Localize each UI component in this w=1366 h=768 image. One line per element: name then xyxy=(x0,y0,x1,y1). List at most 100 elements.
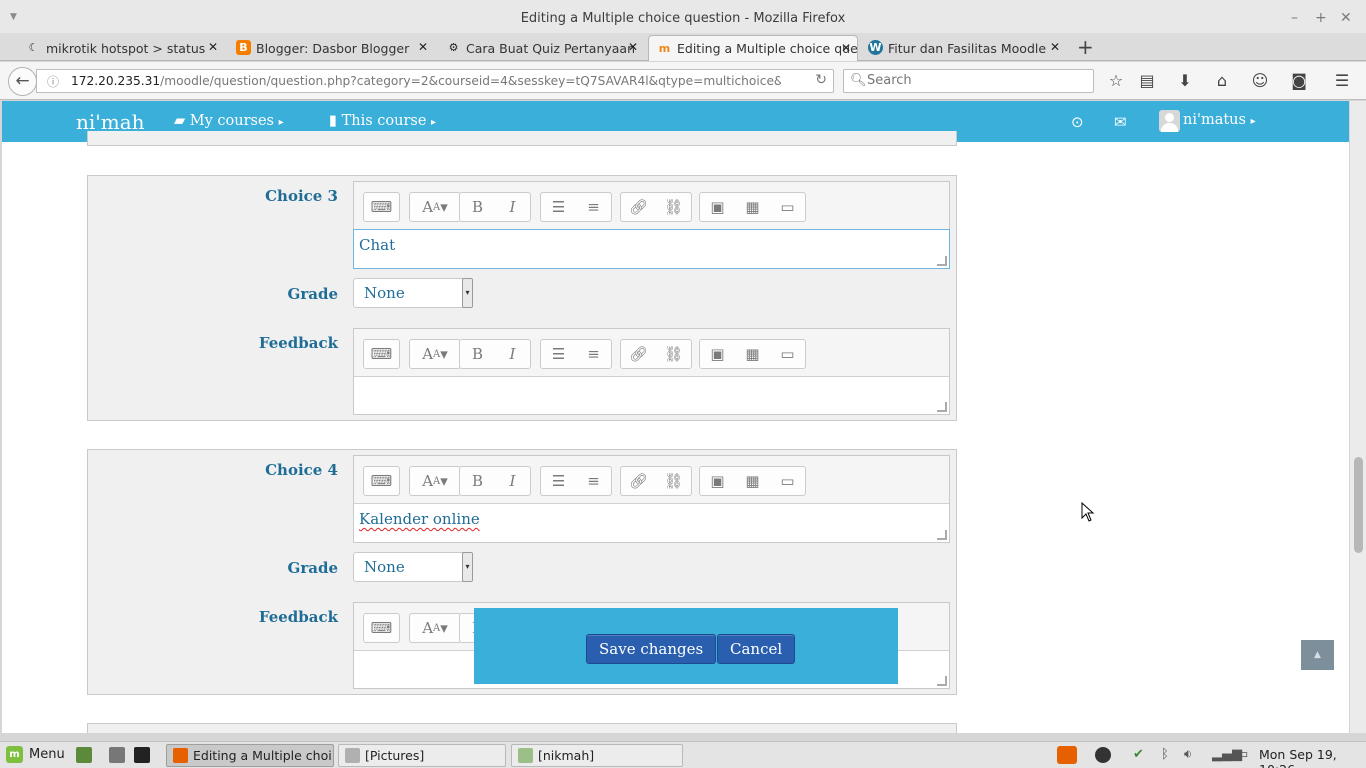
reload-icon[interactable]: ↻ xyxy=(815,72,827,88)
minimize-icon[interactable]: – xyxy=(1291,10,1298,26)
update-manager-icon[interactable]: ✔ xyxy=(1133,747,1144,762)
italic-icon[interactable]: I xyxy=(495,340,530,368)
pocket-icon[interactable]: ◙ xyxy=(1288,71,1310,90)
toolbar-toggle-icon[interactable]: ⌨ xyxy=(364,193,399,221)
tab-close-icon[interactable]: ✕ xyxy=(208,40,218,54)
image-icon[interactable]: ▣ xyxy=(700,193,735,221)
scrollbar-thumb[interactable] xyxy=(1354,457,1363,553)
unordered-list-icon[interactable]: ☰ xyxy=(541,467,576,495)
unordered-list-icon[interactable]: ☰ xyxy=(541,193,576,221)
site-info-icon[interactable]: ⓘ xyxy=(47,73,59,90)
tab-mikrotik[interactable]: ☾ mikrotik hotspot > status ✕ xyxy=(18,35,224,61)
unlink-icon[interactable]: ⛓ xyxy=(656,193,691,221)
toolbar-toggle-icon[interactable]: ⌨ xyxy=(364,340,399,368)
tab-close-icon[interactable]: ✕ xyxy=(628,40,638,54)
choice-3-feedback-area[interactable] xyxy=(354,377,949,414)
page-scrollbar[interactable] xyxy=(1349,101,1366,733)
task-firefox[interactable]: Editing a Multiple choi... xyxy=(166,744,334,767)
back-to-top-button[interactable]: ▲ xyxy=(1301,640,1334,670)
toolbar-group: A A ▾ xyxy=(409,339,461,369)
link-icon[interactable]: 🔗︎ xyxy=(621,340,656,368)
bold-icon[interactable]: B xyxy=(460,467,495,495)
unlink-icon[interactable]: ⛓ xyxy=(656,340,691,368)
bold-icon[interactable]: B xyxy=(460,340,495,368)
tab-blogger[interactable]: B Blogger: Dasbor Blogger ✕ xyxy=(228,35,434,61)
choice-4-text-area[interactable]: Kalender online xyxy=(354,504,949,542)
font-style-icon[interactable]: A A ▾ xyxy=(410,467,460,495)
messages-icon[interactable]: ✉ xyxy=(1114,113,1127,131)
downloads-icon[interactable]: ⬇ xyxy=(1174,71,1196,90)
link-icon[interactable]: 🔗︎ xyxy=(621,467,656,495)
tab-close-icon[interactable]: ✕ xyxy=(841,41,851,55)
window-titlebar: ▼ Editing a Multiple choice question - M… xyxy=(0,0,1366,36)
notifications-icon[interactable]: ⊙ xyxy=(1071,113,1084,131)
unordered-list-icon[interactable]: ☰ xyxy=(541,340,576,368)
file-manager-icon[interactable]: ▭ xyxy=(770,467,805,495)
new-tab-icon[interactable]: + xyxy=(1077,35,1094,59)
ordered-list-icon[interactable]: ≡ xyxy=(576,193,611,221)
hamburger-menu-icon[interactable]: ☰ xyxy=(1331,71,1353,90)
maximize-icon[interactable]: + xyxy=(1315,10,1327,26)
camera-tray-icon[interactable] xyxy=(1095,747,1111,763)
resize-handle-icon[interactable] xyxy=(937,676,947,686)
file-manager-icon[interactable]: ▭ xyxy=(770,340,805,368)
choice-4-grade-select[interactable]: None ▾ xyxy=(353,552,473,582)
close-window-icon[interactable]: ✕ xyxy=(1340,10,1352,26)
italic-icon[interactable]: I xyxy=(495,193,530,221)
back-button[interactable]: ← xyxy=(8,67,37,96)
tab-close-icon[interactable]: ✕ xyxy=(1050,40,1060,54)
reading-list-icon[interactable]: ▤ xyxy=(1136,71,1158,90)
my-courses-menu[interactable]: ▰ My courses ▸ xyxy=(174,113,284,129)
media-icon[interactable]: ▦ xyxy=(735,193,770,221)
file-manager-icon[interactable] xyxy=(109,747,125,763)
show-desktop-icon[interactable] xyxy=(76,747,92,763)
hello-icon[interactable]: ☺ xyxy=(1249,71,1271,90)
user-avatar[interactable] xyxy=(1159,110,1180,132)
volume-icon[interactable]: 🔉︎ xyxy=(1184,747,1192,762)
bold-icon[interactable]: B xyxy=(460,193,495,221)
font-style-icon[interactable]: A A ▾ xyxy=(410,340,460,368)
bookmark-star-icon[interactable]: ☆ xyxy=(1105,71,1127,90)
image-icon[interactable]: ▣ xyxy=(700,467,735,495)
search-bar[interactable]: 🔍︎ xyxy=(843,69,1094,93)
tab-moodle-editing[interactable]: m Editing a Multiple choice question ✕ xyxy=(648,35,858,61)
font-style-icon[interactable]: A A ▾ xyxy=(410,614,460,642)
terminal-icon[interactable] xyxy=(134,747,150,763)
italic-icon[interactable]: I xyxy=(495,467,530,495)
file-manager-icon[interactable]: ▭ xyxy=(770,193,805,221)
url-text[interactable]: 172.20.235.31/moodle/question/question.p… xyxy=(71,74,781,88)
link-icon[interactable]: 🔗︎ xyxy=(621,193,656,221)
tab-github[interactable]: ⚙ Cara Buat Quiz Pertanyaan ✕ xyxy=(438,35,644,61)
task-pictures[interactable]: [Pictures] xyxy=(338,744,506,767)
tab-close-icon[interactable]: ✕ xyxy=(418,40,428,54)
search-input[interactable] xyxy=(867,73,1087,88)
resize-handle-icon[interactable] xyxy=(937,530,947,540)
firefox-tray-icon[interactable] xyxy=(1057,746,1077,764)
this-course-menu[interactable]: ▮ This course ▸ xyxy=(329,113,436,129)
font-style-icon[interactable]: A A ▾ xyxy=(410,193,460,221)
resize-handle-icon[interactable] xyxy=(937,256,947,266)
toolbar-toggle-icon[interactable]: ⌨ xyxy=(364,467,399,495)
choice-3-grade-select[interactable]: None ▾ xyxy=(353,278,473,308)
ordered-list-icon[interactable]: ≡ xyxy=(576,467,611,495)
bluetooth-icon[interactable]: ᛒ xyxy=(1161,747,1169,762)
cancel-button[interactable]: Cancel xyxy=(717,634,796,664)
battery-icon[interactable]: ▭ xyxy=(1236,747,1248,762)
url-bar[interactable]: ⓘ 172.20.235.31/moodle/question/question… xyxy=(36,69,834,93)
start-menu-button[interactable]: m Menu xyxy=(6,746,65,763)
media-icon[interactable]: ▦ xyxy=(735,340,770,368)
save-changes-button[interactable]: Save changes xyxy=(586,634,717,664)
toolbar-toggle-icon[interactable]: ⌨ xyxy=(364,614,399,642)
image-icon[interactable]: ▣ xyxy=(700,340,735,368)
tab-wordpress[interactable]: W Fitur dan Fasilitas Moodle ✕ xyxy=(860,35,1066,61)
user-menu[interactable]: ni'matus ▸ xyxy=(1183,112,1256,128)
grade-value: None xyxy=(364,284,405,302)
choice-3-text-area[interactable]: Chat xyxy=(353,229,950,269)
resize-handle-icon[interactable] xyxy=(937,402,947,412)
task-nikmah[interactable]: [nikmah] xyxy=(511,744,683,767)
clock[interactable]: Mon Sep 19, 10:26 xyxy=(1259,747,1366,768)
ordered-list-icon[interactable]: ≡ xyxy=(576,340,611,368)
unlink-icon[interactable]: ⛓ xyxy=(656,467,691,495)
media-icon[interactable]: ▦ xyxy=(735,467,770,495)
home-icon[interactable]: ⌂ xyxy=(1211,71,1233,90)
